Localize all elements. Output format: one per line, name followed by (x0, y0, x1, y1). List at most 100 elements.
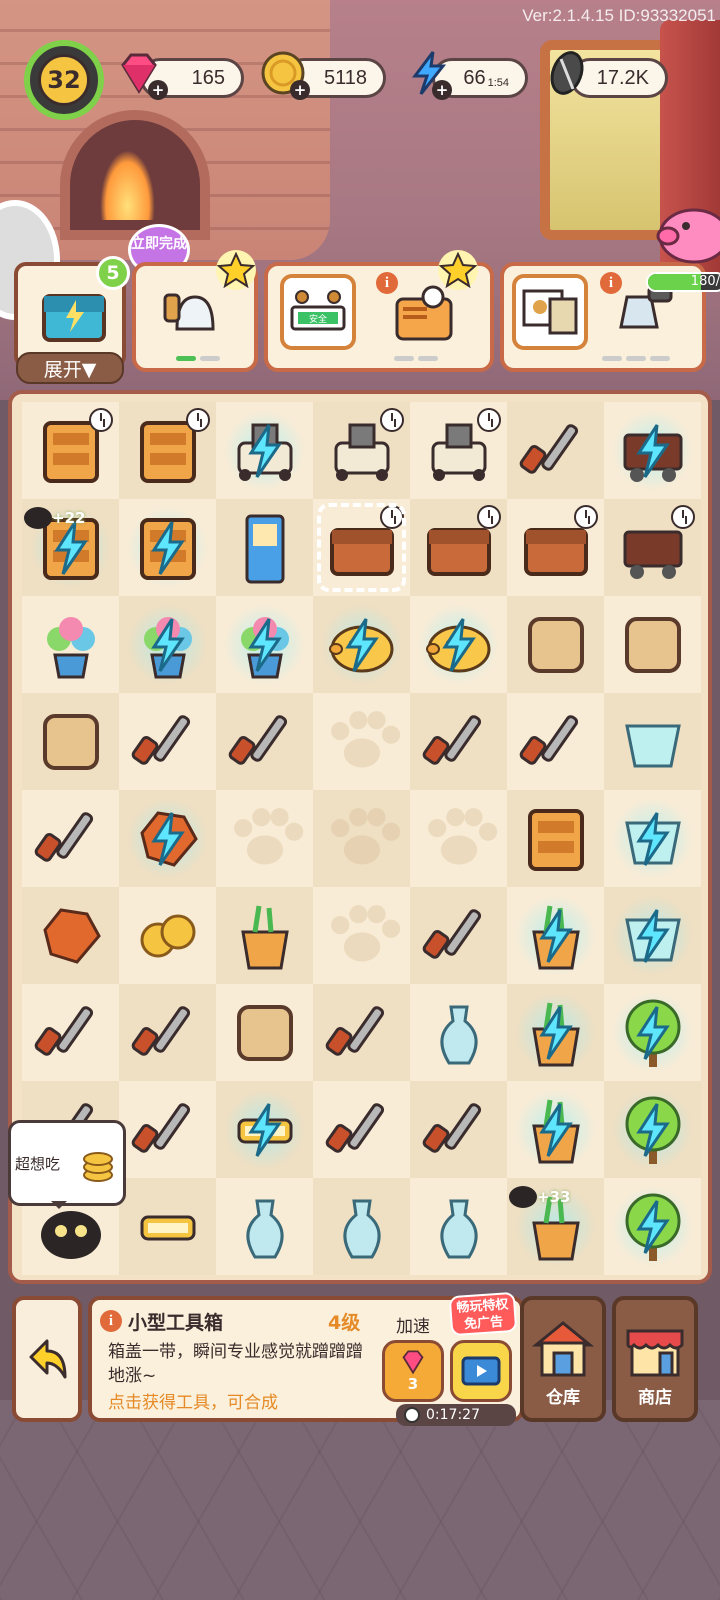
board-cell[interactable] (604, 596, 701, 693)
board-cell[interactable] (410, 1081, 507, 1178)
board-cell[interactable] (410, 402, 507, 499)
board-cell[interactable] (119, 596, 216, 693)
board-cell[interactable] (507, 499, 604, 596)
tree-charging-icon (625, 1193, 680, 1261)
item-timer: 0:17:27 (396, 1404, 516, 1426)
board-cell[interactable] (410, 693, 507, 790)
player-level-badge[interactable]: 32 (24, 40, 104, 120)
board-cell[interactable]: +22 (22, 499, 119, 596)
board-cell[interactable] (216, 1081, 313, 1178)
board-cell[interactable] (604, 1081, 701, 1178)
board-cell[interactable] (119, 1081, 216, 1178)
arrow-back-icon (29, 1339, 67, 1379)
board-cell[interactable] (22, 887, 119, 984)
board-cell[interactable] (604, 984, 701, 1081)
plant-charging-icon (143, 616, 192, 678)
board-cell[interactable] (22, 596, 119, 693)
board-cell[interactable] (410, 499, 507, 596)
board-cell[interactable] (507, 790, 604, 887)
piggy-bank-icon[interactable] (650, 196, 720, 268)
board-cell[interactable]: +33 (507, 1178, 604, 1275)
expand-button[interactable]: 展开▼ (16, 352, 124, 384)
board-cell[interactable] (216, 790, 313, 887)
paw-print-icon (233, 807, 303, 864)
watch-ad-button[interactable] (450, 1340, 512, 1402)
board-cell[interactable] (216, 596, 313, 693)
board-cell[interactable] (604, 1178, 701, 1275)
board-cell[interactable] (313, 984, 410, 1081)
board-cell[interactable] (22, 790, 119, 887)
arcade-machine-icon (245, 514, 284, 583)
video-icon (461, 1356, 501, 1386)
board-cell[interactable] (507, 887, 604, 984)
board-cell[interactable] (119, 790, 216, 887)
pot-charging-icon (531, 905, 580, 969)
board-cell[interactable] (313, 499, 410, 596)
gem-icon (402, 1350, 424, 1375)
board-cell[interactable] (604, 499, 701, 596)
add-energy-icon[interactable]: + (432, 80, 452, 100)
board-cell[interactable] (119, 402, 216, 499)
gem-speed-up-button[interactable]: 3 (382, 1340, 444, 1402)
board-cell[interactable] (507, 693, 604, 790)
glass-panel-icon (624, 724, 681, 767)
warehouse-button[interactable]: 仓库 (520, 1296, 606, 1422)
board-cell[interactable] (22, 984, 119, 1081)
watering-can-icon (42, 713, 99, 770)
board-cell[interactable] (216, 693, 313, 790)
board-cell[interactable] (604, 693, 701, 790)
board-cell[interactable] (507, 596, 604, 693)
board-cell[interactable] (313, 790, 410, 887)
board-cell[interactable] (313, 887, 410, 984)
board-cell[interactable] (216, 1178, 313, 1275)
board-cell[interactable] (216, 887, 313, 984)
screw-icon (422, 714, 481, 765)
board-cell[interactable] (22, 402, 119, 499)
board-cell[interactable] (216, 499, 313, 596)
board-cell[interactable] (604, 790, 701, 887)
item-name: 小型工具箱 (128, 1312, 224, 1334)
item-description: 箱盖一带，瞬间专业感觉就蹭蹭蹭地涨~ (108, 1342, 363, 1386)
robot-vacuum-charging-icon (237, 423, 292, 481)
add-coins-icon[interactable]: + (290, 80, 310, 100)
vase-sprout-icon (440, 1005, 477, 1064)
board-cell[interactable] (410, 984, 507, 1081)
glass-vase-icon (343, 1199, 380, 1258)
board-cell[interactable] (313, 693, 410, 790)
paw-print-icon (330, 904, 400, 961)
shop-button[interactable]: 商店 (612, 1296, 698, 1422)
add-gems-icon[interactable]: + (148, 80, 168, 100)
board-cell[interactable] (507, 402, 604, 499)
order-progress (176, 356, 220, 361)
board-cell[interactable] (507, 984, 604, 1081)
clock-icon (380, 505, 404, 529)
cat-speech-bubble[interactable]: 超想吃 (8, 1120, 126, 1209)
paint-brush-icon (131, 714, 190, 765)
board-cell[interactable] (119, 693, 216, 790)
board-cell[interactable] (313, 596, 410, 693)
board-cell[interactable] (410, 887, 507, 984)
board-cell[interactable] (216, 402, 313, 499)
info-icon[interactable]: i (100, 1310, 122, 1332)
board-cell[interactable] (507, 1081, 604, 1178)
board-cell[interactable] (410, 1178, 507, 1275)
board-cell[interactable] (604, 887, 701, 984)
board-cell[interactable] (119, 887, 216, 984)
board-cell[interactable] (313, 402, 410, 499)
back-button[interactable] (12, 1296, 82, 1422)
seed-icon (542, 48, 592, 98)
board-cell[interactable] (313, 1081, 410, 1178)
board-cell[interactable] (410, 790, 507, 887)
energy-timer: 1:54 (487, 77, 509, 89)
clock-icon (404, 1407, 420, 1423)
wheelbarrow-charging-icon (623, 423, 682, 482)
board-cell[interactable] (604, 402, 701, 499)
board-cell[interactable] (313, 1178, 410, 1275)
board-cell[interactable] (410, 596, 507, 693)
board-cell[interactable] (119, 499, 216, 596)
board-cell[interactable] (22, 693, 119, 790)
board-cell[interactable] (119, 1178, 216, 1275)
coins-stack-icon (140, 914, 195, 957)
board-cell[interactable] (216, 984, 313, 1081)
board-cell[interactable] (119, 984, 216, 1081)
